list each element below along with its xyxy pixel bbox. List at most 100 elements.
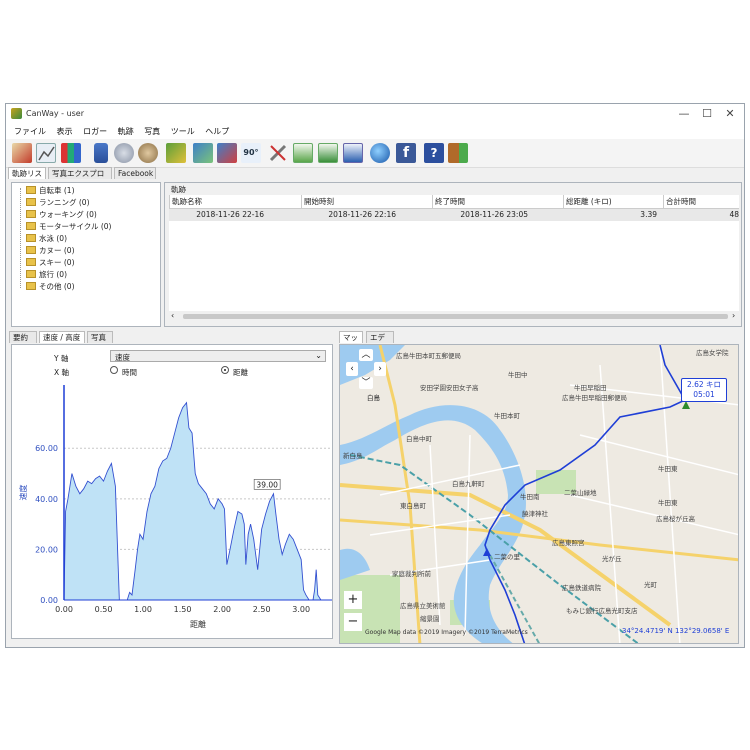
tree-item-label: 水泳 (0) [39, 234, 68, 243]
tree-item[interactable]: 自転車 (1) [16, 185, 75, 197]
scroll-left-icon[interactable]: ‹ [171, 311, 174, 320]
column-header-name[interactable]: 軌跡名称 [169, 195, 301, 208]
map-place-label: 白島九軒町 [452, 480, 485, 488]
map-place-label: 広島県立美術館 [400, 602, 446, 610]
x-tick-label: 1.50 [174, 605, 192, 614]
tree-item[interactable]: その他 (0) [16, 281, 75, 293]
folder-icon [26, 210, 36, 218]
tab-editor[interactable]: エディタ [366, 331, 394, 354]
tree-item-label: ランニング (0) [39, 198, 90, 207]
map-place-label: 牛田東 [658, 465, 678, 473]
tree-item[interactable]: ランニング (0) [16, 197, 90, 209]
chevron-down-icon: ⌄ [315, 351, 322, 360]
map-place-label: 光が丘 [602, 555, 622, 563]
scrollbar-thumb[interactable] [183, 314, 728, 319]
tab-speed-altitude[interactable]: 速度 / 高度 [39, 331, 85, 343]
kml-export-icon[interactable] [318, 143, 338, 163]
tree-item-label: ウォーキング (0) [39, 210, 97, 219]
tab-facebook[interactable]: Facebook [114, 167, 156, 179]
tree-item-label: モーターサイクル (0) [39, 222, 112, 231]
zoom-in-button[interactable]: + [344, 591, 362, 609]
tab-photos[interactable]: 写真 [87, 331, 113, 343]
folder-icon [26, 222, 36, 230]
add-track-icon[interactable] [12, 143, 32, 163]
map-place-label: 広島桜が丘高 [656, 515, 695, 523]
annotation-label: 39.00 [256, 480, 278, 489]
tree-item[interactable]: 水泳 (0) [16, 233, 67, 245]
rotate-90-icon[interactable]: 90° [241, 143, 261, 163]
pan-up-icon[interactable]: ︿ [359, 349, 373, 361]
column-header-start[interactable]: 開始時刻 [301, 195, 432, 208]
map-place-label: 牛田中 [508, 371, 528, 379]
pan-right-icon[interactable]: › [374, 362, 386, 376]
map-place-label: 東白島町 [400, 502, 426, 510]
tree-item[interactable]: 旅行 (0) [16, 269, 67, 281]
tree-item-label: 旅行 (0) [39, 270, 68, 279]
google-earth-icon[interactable] [370, 143, 390, 163]
tree-item-label: その他 (0) [39, 282, 75, 291]
csv-export-icon[interactable] [343, 143, 363, 163]
map-pan-control[interactable]: ︿ ‹ › ﹀ [346, 349, 386, 389]
map-place-label: 縮景園 [420, 615, 440, 623]
cell-start: 2018-11-26 22:16 [328, 210, 396, 219]
database-icon[interactable] [114, 143, 134, 163]
gpx-export-icon[interactable] [293, 143, 313, 163]
tools-glyph [269, 144, 287, 162]
device-icon[interactable] [94, 143, 108, 163]
edit-track-icon[interactable] [36, 143, 56, 163]
app-logo-icon [11, 108, 22, 119]
map-place-label: 牛田早稲田 [574, 384, 607, 392]
pan-down-icon[interactable]: ﹀ [359, 377, 373, 389]
folder-icon [26, 246, 36, 254]
menu-photo[interactable]: 写真 [144, 124, 160, 139]
folder-icon [26, 198, 36, 206]
map-panel[interactable]: 広島牛田本町五郵便局 牛田中 安田学園安田女子高 牛田早稲田 広島牛田早稲田郵便局 牛田本… [339, 344, 739, 644]
exit-icon[interactable] [448, 143, 468, 163]
tree-item[interactable]: ウォーキング (0) [16, 209, 97, 221]
cell-distance: 3.39 [640, 210, 657, 219]
tree-item-label: スキー (0) [39, 258, 75, 267]
tree-item-label: 自転車 (1) [39, 186, 75, 195]
tab-summary[interactable]: 要約 [9, 331, 37, 343]
zoom-out-button[interactable]: − [344, 613, 362, 631]
menu-track[interactable]: 軌跡 [118, 124, 134, 139]
photo-add-icon[interactable] [193, 143, 213, 163]
map-place-label: 牛田本町 [494, 412, 520, 420]
track-table-header: 軌跡名称 開始時刻 終了時間 総距離 (キロ) 合計時間 [169, 195, 739, 209]
menu-file[interactable]: ファイル [14, 124, 46, 139]
column-header-distance[interactable]: 総距離 (キロ) [563, 195, 663, 208]
graph-icon[interactable] [61, 143, 81, 163]
tree-item[interactable]: スキー (0) [16, 257, 75, 269]
title-bar: CanWay - user — ☐ ✕ [6, 104, 744, 124]
radio-time[interactable] [110, 366, 118, 374]
scroll-right-icon[interactable]: › [732, 311, 735, 320]
pan-left-icon[interactable]: ‹ [346, 362, 358, 376]
menu-view[interactable]: 表示 [57, 124, 73, 139]
tree-item[interactable]: モーターサイクル (0) [16, 221, 111, 233]
photo-remove-icon[interactable] [217, 143, 237, 163]
menu-help[interactable]: ヘルプ [205, 124, 229, 139]
table-row[interactable]: 2018-11-26 22-16 2018-11-26 22:16 2018-1… [169, 209, 739, 221]
database-export-icon[interactable] [138, 143, 158, 163]
radio-distance[interactable] [221, 366, 229, 374]
help-icon[interactable]: ? [424, 143, 444, 163]
tab-photo-explorer[interactable]: 写真エクスプローラ [48, 167, 112, 190]
menu-logger[interactable]: ロガー [83, 124, 107, 139]
edit-track-icon-glyph [38, 146, 55, 161]
toolbar: 90° f ? [6, 139, 744, 168]
column-header-total-time[interactable]: 合計時間 [663, 195, 739, 208]
tree-item[interactable]: カヌー (0) [16, 245, 75, 257]
tree-item-label: カヌー (0) [39, 246, 75, 255]
facebook-icon[interactable]: f [396, 143, 416, 163]
tab-track-list[interactable]: 軌跡リスト [8, 167, 46, 190]
column-header-end[interactable]: 終了時間 [432, 195, 563, 208]
map-delete-icon[interactable] [166, 143, 186, 163]
y-axis-select[interactable]: 速度 ⌄ [110, 350, 326, 362]
settings-icon[interactable] [268, 143, 288, 163]
window-title: CanWay - user [26, 109, 85, 118]
horizontal-scrollbar[interactable]: ‹ › [169, 311, 739, 321]
cell-total-time: 48 [729, 210, 739, 219]
close-button[interactable]: ✕ [717, 106, 743, 122]
menu-tools[interactable]: ツール [171, 124, 195, 139]
tab-map[interactable]: マップ [339, 331, 363, 354]
